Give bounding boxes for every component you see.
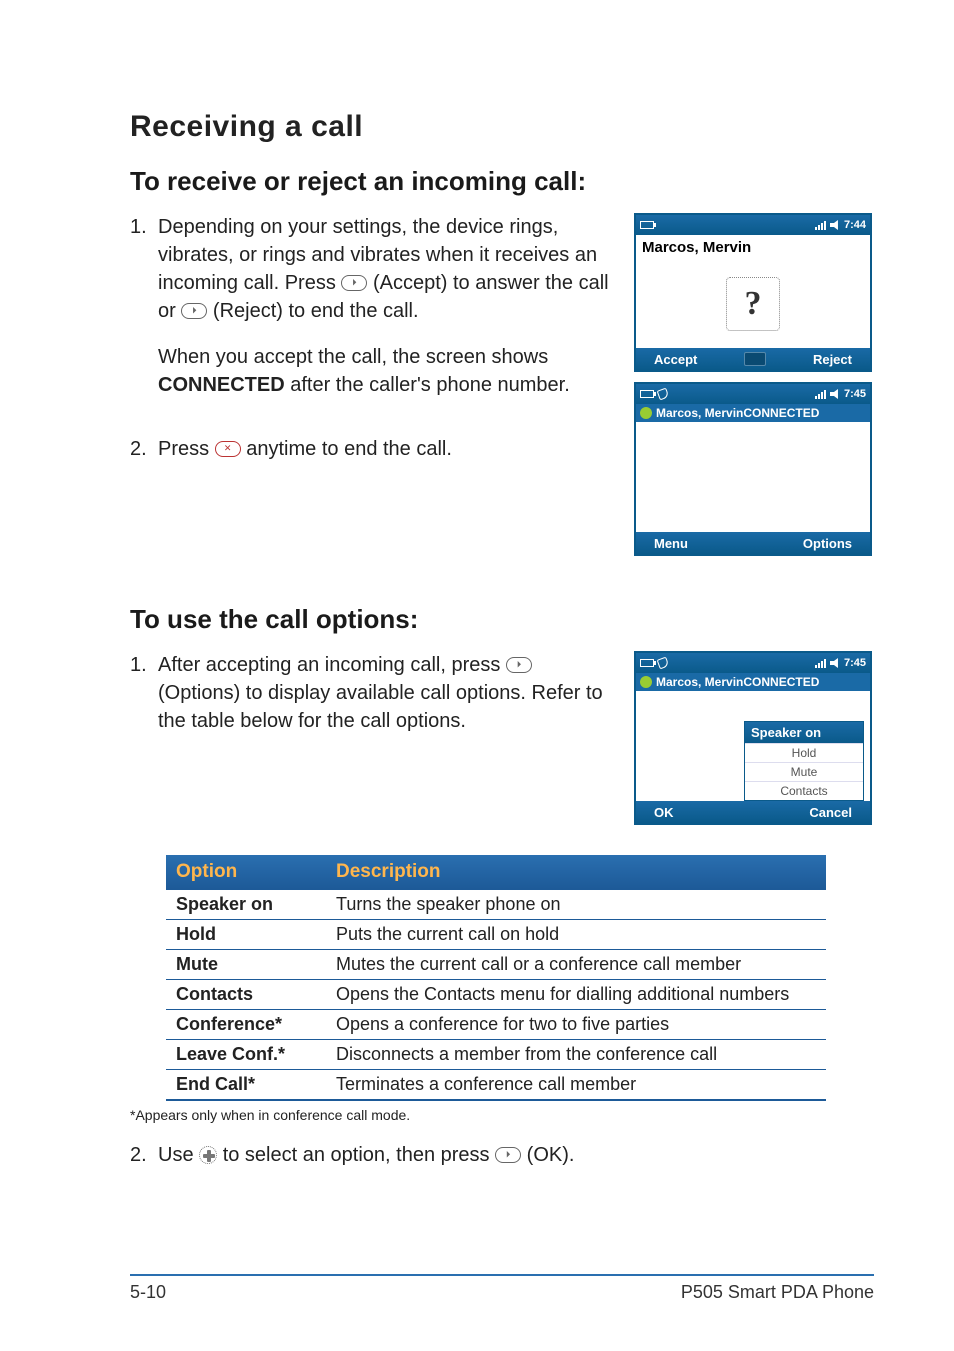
option-desc: Opens a conference for two to five parti… xyxy=(326,1010,826,1040)
active-call-icon xyxy=(640,676,652,688)
unknown-photo-icon: ? xyxy=(726,277,780,331)
speaker-icon xyxy=(830,389,840,399)
popup-item-hold[interactable]: Hold xyxy=(745,743,863,762)
caller-name: Marcos, Mervin xyxy=(636,235,870,260)
text: When you accept the call, the screen sho… xyxy=(158,346,548,368)
options-button-icon: ⏵ xyxy=(506,657,532,673)
option-desc: Puts the current call on hold xyxy=(326,920,826,950)
battery-icon xyxy=(640,390,654,398)
option-desc: Terminates a conference call member xyxy=(326,1070,826,1101)
option-name: Mute xyxy=(166,950,326,980)
screenshot-connected: 7:45 Marcos, MervinCONNECTED Menu Option… xyxy=(634,382,872,556)
page-footer: 5-10 P505 Smart PDA Phone xyxy=(130,1274,874,1303)
table-row: Leave Conf.*Disconnects a member from th… xyxy=(166,1040,826,1070)
speaker-icon xyxy=(830,658,840,668)
softkey-menu[interactable]: Menu xyxy=(654,536,688,551)
step-number: 2. xyxy=(130,1141,158,1169)
signal-icon xyxy=(815,220,826,230)
text: Press xyxy=(158,438,215,460)
popup-item-speaker[interactable]: Speaker on xyxy=(745,722,863,743)
softkey-ok[interactable]: OK xyxy=(654,805,674,820)
dpad-icon xyxy=(199,1146,217,1164)
step-b1: 1. After accepting an incoming call, pre… xyxy=(130,651,614,735)
active-call-icon xyxy=(640,407,652,419)
screenshot-incoming-call: 7:44 Marcos, Mervin ? Accept Reject xyxy=(634,213,872,372)
text: (OK). xyxy=(527,1144,575,1166)
table-footnote: *Appears only when in conference call mo… xyxy=(130,1107,874,1123)
step-a1: 1. Depending on your settings, the devic… xyxy=(130,213,614,417)
softkey-center[interactable] xyxy=(744,352,766,366)
page-title: Receiving a call xyxy=(130,110,874,144)
reject-button-icon: ⏵ xyxy=(181,303,207,319)
step-b2: 2. Use to select an option, then press ⏵… xyxy=(130,1141,874,1169)
option-name: Speaker on xyxy=(166,890,326,920)
battery-icon xyxy=(640,659,654,667)
table-row: MuteMutes the current call or a conferen… xyxy=(166,950,826,980)
option-name: Hold xyxy=(166,920,326,950)
option-name: End Call* xyxy=(166,1070,326,1101)
text: anytime to end the call. xyxy=(246,438,452,460)
step-number: 1. xyxy=(130,213,158,417)
end-call-button-icon: ✕ xyxy=(215,441,241,457)
softkey-cancel[interactable]: Cancel xyxy=(809,805,852,820)
signal-icon xyxy=(815,658,826,668)
step-number: 1. xyxy=(130,651,158,735)
step-number: 2. xyxy=(130,435,158,463)
accept-button-icon: ⏵ xyxy=(341,275,367,291)
clock: 7:44 xyxy=(844,219,866,231)
call-options-table: Option Description Speaker onTurns the s… xyxy=(166,855,826,1101)
option-desc: Disconnects a member from the conference… xyxy=(326,1040,826,1070)
softkey-options[interactable]: Options xyxy=(803,536,852,551)
clock: 7:45 xyxy=(844,657,866,669)
option-name: Leave Conf.* xyxy=(166,1040,326,1070)
page-number: 5-10 xyxy=(130,1282,166,1303)
speaker-icon xyxy=(830,220,840,230)
screenshot-options-menu: 7:45 Marcos, MervinCONNECTED Speaker on … xyxy=(634,651,872,825)
text: to select an option, then press xyxy=(223,1144,495,1166)
option-name: Conference* xyxy=(166,1010,326,1040)
ok-button-icon: ⏵ xyxy=(495,1147,521,1163)
table-row: ContactsOpens the Contacts menu for dial… xyxy=(166,980,826,1010)
text: (Reject) to end the call. xyxy=(213,300,419,322)
call-icon xyxy=(657,657,670,670)
connected-text: Marcos, MervinCONNECTED xyxy=(656,406,819,420)
table-row: End Call*Terminates a conference call me… xyxy=(166,1070,826,1101)
option-name: Contacts xyxy=(166,980,326,1010)
option-desc: Opens the Contacts menu for dialling add… xyxy=(326,980,826,1010)
option-desc: Turns the speaker phone on xyxy=(326,890,826,920)
text: After accepting an incoming call, press xyxy=(158,654,506,676)
battery-icon xyxy=(640,221,654,229)
popup-item-contacts[interactable]: Contacts xyxy=(745,781,863,800)
table-row: HoldPuts the current call on hold xyxy=(166,920,826,950)
product-name: P505 Smart PDA Phone xyxy=(681,1282,874,1303)
text: Use xyxy=(158,1144,199,1166)
softkey-accept[interactable]: Accept xyxy=(654,352,697,367)
signal-icon xyxy=(815,389,826,399)
options-popup: Speaker on Hold Mute Contacts xyxy=(744,721,864,801)
col-option: Option xyxy=(166,855,326,890)
table-row: Conference*Opens a conference for two to… xyxy=(166,1010,826,1040)
text: (Options) to display available call opti… xyxy=(158,682,603,732)
option-desc: Mutes the current call or a conference c… xyxy=(326,950,826,980)
connected-text: Marcos, MervinCONNECTED xyxy=(656,675,819,689)
call-icon xyxy=(657,388,670,401)
popup-item-mute[interactable]: Mute xyxy=(745,762,863,781)
section-heading-options: To use the call options: xyxy=(130,604,874,635)
col-description: Description xyxy=(326,855,826,890)
step-a2: 2. Press ✕ anytime to end the call. xyxy=(130,435,614,463)
clock: 7:45 xyxy=(844,388,866,400)
section-heading-receive: To receive or reject an incoming call: xyxy=(130,166,874,197)
softkey-reject[interactable]: Reject xyxy=(813,352,852,367)
connected-label: CONNECTED xyxy=(158,374,285,396)
text: after the caller's phone number. xyxy=(290,374,570,396)
table-row: Speaker onTurns the speaker phone on xyxy=(166,890,826,920)
